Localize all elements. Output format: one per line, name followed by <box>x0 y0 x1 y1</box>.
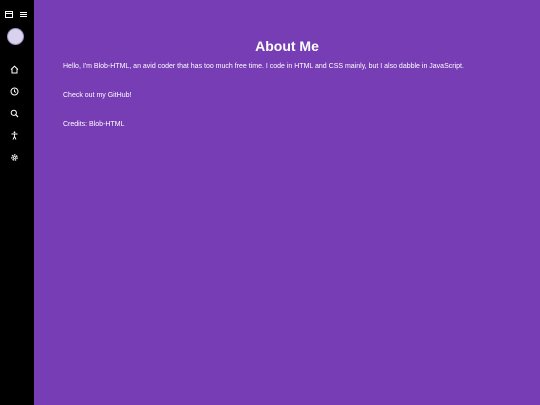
credits-text: Credits: Blob-HTML <box>63 121 125 128</box>
nav-history[interactable] <box>8 81 22 96</box>
nav-home[interactable] <box>8 59 22 74</box>
clock-icon <box>10 83 19 101</box>
nav-settings[interactable] <box>8 147 22 161</box>
nav-accessibility[interactable] <box>8 125 22 140</box>
page-title: About Me <box>255 38 319 54</box>
github-link[interactable]: Check out my GitHub! <box>63 91 131 100</box>
window-icon[interactable] <box>5 5 13 18</box>
accessibility-icon <box>10 127 19 145</box>
sidebar <box>0 0 34 405</box>
intro-text: Hello, I'm Blob-HTML, an avid coder that… <box>63 63 464 70</box>
home-icon <box>10 61 19 79</box>
menu-icon[interactable] <box>20 5 27 17</box>
main-content: About Me Hello, I'm Blob-HTML, an avid c… <box>34 0 540 405</box>
nav-search[interactable] <box>8 103 22 118</box>
avatar[interactable] <box>7 28 24 45</box>
sidebar-top-icons <box>5 4 29 18</box>
search-icon <box>10 105 19 123</box>
settings-icon <box>10 149 19 167</box>
